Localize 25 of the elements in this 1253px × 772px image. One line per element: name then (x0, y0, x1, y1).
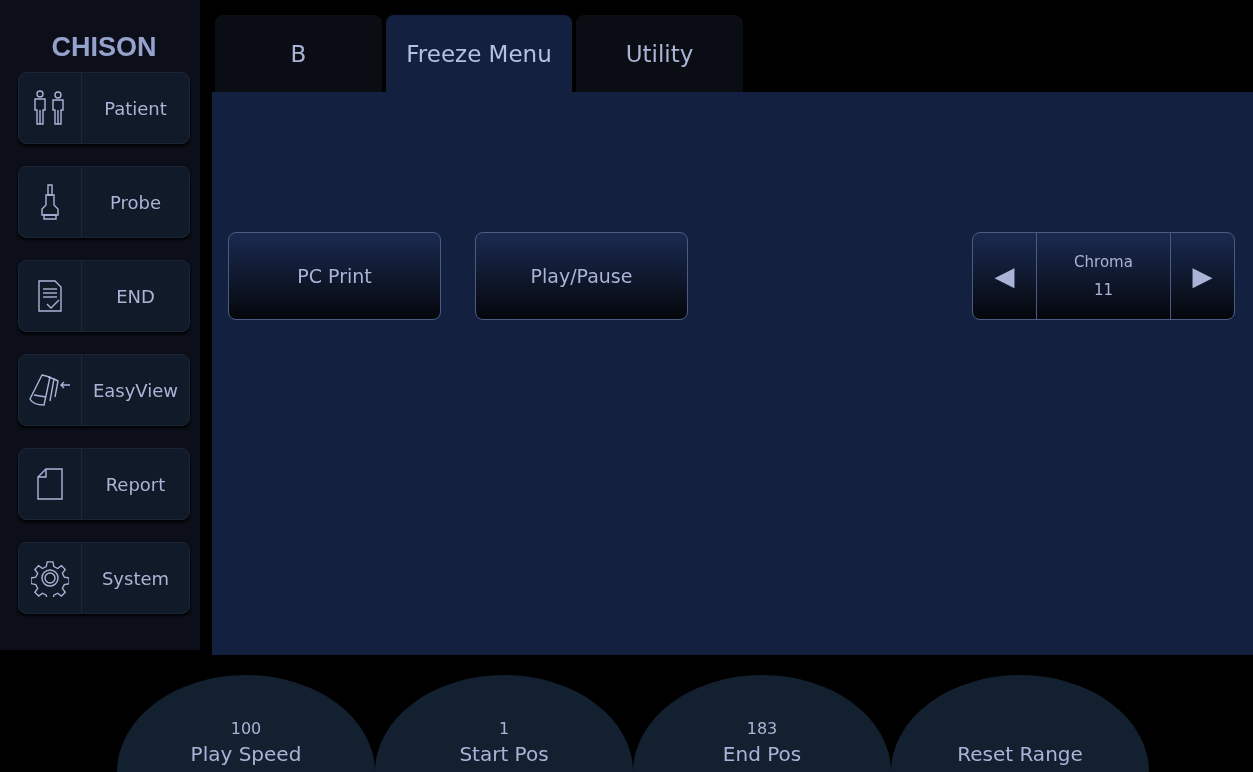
tab[interactable]: B (215, 15, 382, 92)
scan-fan-icon (28, 371, 72, 409)
previous-button[interactable]: ◀ (973, 233, 1036, 319)
action-button[interactable]: Play/Pause (475, 232, 688, 320)
knob-button[interactable]: Reset Range (891, 675, 1149, 772)
knob-button[interactable]: 183 End Pos (633, 675, 891, 772)
logo: CHISON (50, 31, 158, 64)
checklist-icon (35, 277, 65, 315)
knob-button[interactable]: 100 Play Speed (117, 675, 375, 772)
sidebar-button[interactable]: END (18, 260, 190, 332)
probe-icon (38, 183, 62, 221)
sidebar-button[interactable]: Probe (18, 166, 190, 238)
document-icon (35, 465, 65, 503)
sidebar-button[interactable]: Report (18, 448, 190, 520)
action-button[interactable]: PC Print (228, 232, 441, 320)
next-button[interactable]: ▶ (1171, 233, 1234, 319)
tab[interactable]: Utility (576, 15, 743, 92)
sidebar-button[interactable]: Patient (18, 72, 190, 144)
settings-icon (31, 559, 69, 597)
sidebar-button[interactable]: System (18, 542, 190, 614)
knob-button[interactable]: 1 Start Pos (375, 675, 633, 772)
stepper-value: 11 (1093, 281, 1114, 299)
sidebar-button[interactable]: EasyView (18, 354, 190, 426)
tab[interactable]: Freeze Menu (386, 15, 572, 92)
stepper-label: Chroma (1074, 253, 1133, 271)
